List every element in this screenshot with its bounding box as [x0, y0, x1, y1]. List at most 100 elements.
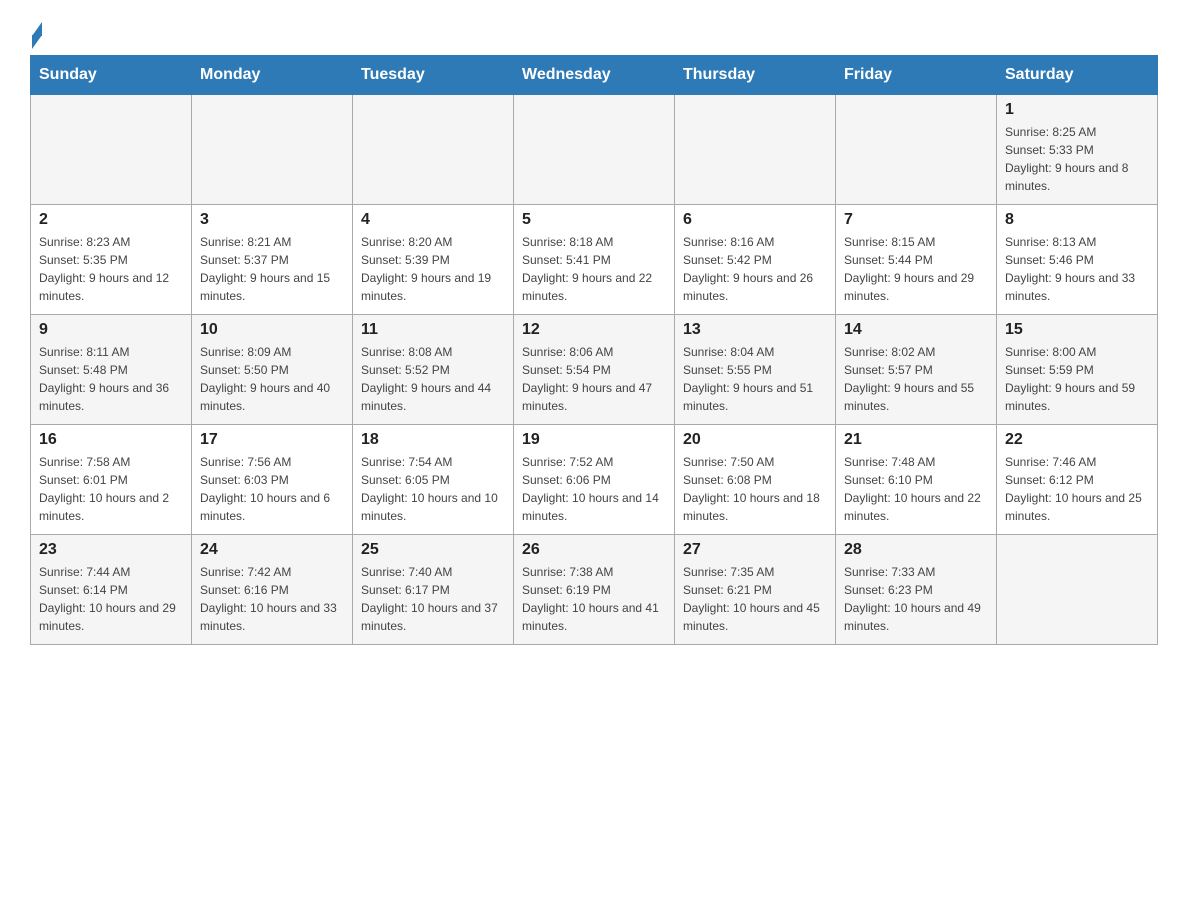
calendar-cell: 13 Sunrise: 8:04 AMSunset: 5:55 PMDayligh… [675, 315, 836, 425]
calendar-cell: 16 Sunrise: 7:58 AMSunset: 6:01 PMDayligh… [31, 425, 192, 535]
day-info: Sunrise: 7:56 AMSunset: 6:03 PMDaylight:… [200, 453, 344, 525]
calendar-cell: 22 Sunrise: 7:46 AMSunset: 6:12 PMDayligh… [997, 425, 1158, 535]
calendar-cell: 23 Sunrise: 7:44 AMSunset: 6:14 PMDayligh… [31, 535, 192, 645]
day-number: 7 [844, 211, 988, 229]
day-number: 12 [522, 321, 666, 339]
day-number: 25 [361, 541, 505, 559]
calendar-week-row: 2 Sunrise: 8:23 AMSunset: 5:35 PMDaylight… [31, 205, 1158, 315]
day-number: 11 [361, 321, 505, 339]
weekday-header-friday: Friday [836, 56, 997, 95]
calendar-cell: 15 Sunrise: 8:00 AMSunset: 5:59 PMDayligh… [997, 315, 1158, 425]
calendar-cell: 17 Sunrise: 7:56 AMSunset: 6:03 PMDayligh… [192, 425, 353, 535]
day-number: 17 [200, 431, 344, 449]
day-info: Sunrise: 8:25 AMSunset: 5:33 PMDaylight:… [1005, 123, 1149, 195]
calendar-cell: 10 Sunrise: 8:09 AMSunset: 5:50 PMDayligh… [192, 315, 353, 425]
calendar-cell: 1 Sunrise: 8:25 AMSunset: 5:33 PMDaylight… [997, 95, 1158, 205]
calendar-cell: 5 Sunrise: 8:18 AMSunset: 5:41 PMDaylight… [514, 205, 675, 315]
day-number: 10 [200, 321, 344, 339]
day-info: Sunrise: 8:13 AMSunset: 5:46 PMDaylight:… [1005, 233, 1149, 305]
day-info: Sunrise: 7:40 AMSunset: 6:17 PMDaylight:… [361, 563, 505, 635]
day-number: 5 [522, 211, 666, 229]
day-info: Sunrise: 8:08 AMSunset: 5:52 PMDaylight:… [361, 343, 505, 415]
calendar-cell: 27 Sunrise: 7:35 AMSunset: 6:21 PMDayligh… [675, 535, 836, 645]
day-number: 9 [39, 321, 183, 339]
calendar-cell [997, 535, 1158, 645]
day-number: 3 [200, 211, 344, 229]
day-info: Sunrise: 7:35 AMSunset: 6:21 PMDaylight:… [683, 563, 827, 635]
day-info: Sunrise: 8:18 AMSunset: 5:41 PMDaylight:… [522, 233, 666, 305]
weekday-header-sunday: Sunday [31, 56, 192, 95]
day-number: 1 [1005, 101, 1149, 119]
day-info: Sunrise: 8:11 AMSunset: 5:48 PMDaylight:… [39, 343, 183, 415]
day-info: Sunrise: 8:23 AMSunset: 5:35 PMDaylight:… [39, 233, 183, 305]
weekday-header-thursday: Thursday [675, 56, 836, 95]
calendar-cell [192, 95, 353, 205]
day-info: Sunrise: 8:09 AMSunset: 5:50 PMDaylight:… [200, 343, 344, 415]
calendar-cell [353, 95, 514, 205]
day-number: 24 [200, 541, 344, 559]
day-number: 6 [683, 211, 827, 229]
logo [30, 20, 42, 45]
calendar-cell: 18 Sunrise: 7:54 AMSunset: 6:05 PMDayligh… [353, 425, 514, 535]
day-info: Sunrise: 8:15 AMSunset: 5:44 PMDaylight:… [844, 233, 988, 305]
day-number: 19 [522, 431, 666, 449]
calendar-cell: 20 Sunrise: 7:50 AMSunset: 6:08 PMDayligh… [675, 425, 836, 535]
day-info: Sunrise: 8:04 AMSunset: 5:55 PMDaylight:… [683, 343, 827, 415]
day-info: Sunrise: 8:16 AMSunset: 5:42 PMDaylight:… [683, 233, 827, 305]
calendar-cell: 6 Sunrise: 8:16 AMSunset: 5:42 PMDaylight… [675, 205, 836, 315]
day-number: 13 [683, 321, 827, 339]
weekday-header-wednesday: Wednesday [514, 56, 675, 95]
day-info: Sunrise: 7:42 AMSunset: 6:16 PMDaylight:… [200, 563, 344, 635]
day-info: Sunrise: 8:02 AMSunset: 5:57 PMDaylight:… [844, 343, 988, 415]
calendar-cell: 8 Sunrise: 8:13 AMSunset: 5:46 PMDaylight… [997, 205, 1158, 315]
calendar-cell: 12 Sunrise: 8:06 AMSunset: 5:54 PMDayligh… [514, 315, 675, 425]
day-number: 27 [683, 541, 827, 559]
day-number: 23 [39, 541, 183, 559]
calendar-cell: 26Sunrise: 7:38 AMSunset: 6:19 PMDayligh… [514, 535, 675, 645]
day-number: 22 [1005, 431, 1149, 449]
day-info: Sunrise: 7:54 AMSunset: 6:05 PMDaylight:… [361, 453, 505, 525]
day-number: 21 [844, 431, 988, 449]
day-info: Sunrise: 8:21 AMSunset: 5:37 PMDaylight:… [200, 233, 344, 305]
calendar-cell: 21Sunrise: 7:48 AMSunset: 6:10 PMDayligh… [836, 425, 997, 535]
calendar-cell: 14Sunrise: 8:02 AMSunset: 5:57 PMDayligh… [836, 315, 997, 425]
day-info: Sunrise: 7:58 AMSunset: 6:01 PMDaylight:… [39, 453, 183, 525]
weekday-header-row: SundayMondayTuesdayWednesdayThursdayFrid… [31, 56, 1158, 95]
day-info: Sunrise: 7:33 AMSunset: 6:23 PMDaylight:… [844, 563, 988, 635]
calendar-week-row: 16 Sunrise: 7:58 AMSunset: 6:01 PMDayligh… [31, 425, 1158, 535]
calendar-cell: 19 Sunrise: 7:52 AMSunset: 6:06 PMDayligh… [514, 425, 675, 535]
weekday-header-saturday: Saturday [997, 56, 1158, 95]
day-info: Sunrise: 8:00 AMSunset: 5:59 PMDaylight:… [1005, 343, 1149, 415]
calendar-cell: 4 Sunrise: 8:20 AMSunset: 5:39 PMDaylight… [353, 205, 514, 315]
day-number: 28 [844, 541, 988, 559]
day-number: 2 [39, 211, 183, 229]
weekday-header-monday: Monday [192, 56, 353, 95]
day-info: Sunrise: 8:06 AMSunset: 5:54 PMDaylight:… [522, 343, 666, 415]
calendar-cell: 3 Sunrise: 8:21 AMSunset: 5:37 PMDaylight… [192, 205, 353, 315]
calendar-cell: 25 Sunrise: 7:40 AMSunset: 6:17 PMDayligh… [353, 535, 514, 645]
calendar-cell: 28 Sunrise: 7:33 AMSunset: 6:23 PMDayligh… [836, 535, 997, 645]
calendar-table: SundayMondayTuesdayWednesdayThursdayFrid… [30, 55, 1158, 645]
day-number: 26 [522, 541, 666, 559]
calendar-cell: 11 Sunrise: 8:08 AMSunset: 5:52 PMDayligh… [353, 315, 514, 425]
day-number: 20 [683, 431, 827, 449]
calendar-cell [514, 95, 675, 205]
page-header [30, 20, 1158, 45]
day-number: 15 [1005, 321, 1149, 339]
day-info: Sunrise: 8:20 AMSunset: 5:39 PMDaylight:… [361, 233, 505, 305]
calendar-week-row: 9 Sunrise: 8:11 AMSunset: 5:48 PMDaylight… [31, 315, 1158, 425]
day-number: 16 [39, 431, 183, 449]
day-number: 18 [361, 431, 505, 449]
day-info: Sunrise: 7:50 AMSunset: 6:08 PMDaylight:… [683, 453, 827, 525]
calendar-cell: 7 Sunrise: 8:15 AMSunset: 5:44 PMDaylight… [836, 205, 997, 315]
calendar-week-row: 23 Sunrise: 7:44 AMSunset: 6:14 PMDayligh… [31, 535, 1158, 645]
calendar-cell [675, 95, 836, 205]
day-number: 4 [361, 211, 505, 229]
day-info: Sunrise: 7:46 AMSunset: 6:12 PMDaylight:… [1005, 453, 1149, 525]
weekday-header-tuesday: Tuesday [353, 56, 514, 95]
day-number: 8 [1005, 211, 1149, 229]
day-info: Sunrise: 7:44 AMSunset: 6:14 PMDaylight:… [39, 563, 183, 635]
calendar-cell: 2 Sunrise: 8:23 AMSunset: 5:35 PMDaylight… [31, 205, 192, 315]
day-info: Sunrise: 7:52 AMSunset: 6:06 PMDaylight:… [522, 453, 666, 525]
calendar-week-row: 1 Sunrise: 8:25 AMSunset: 5:33 PMDaylight… [31, 95, 1158, 205]
